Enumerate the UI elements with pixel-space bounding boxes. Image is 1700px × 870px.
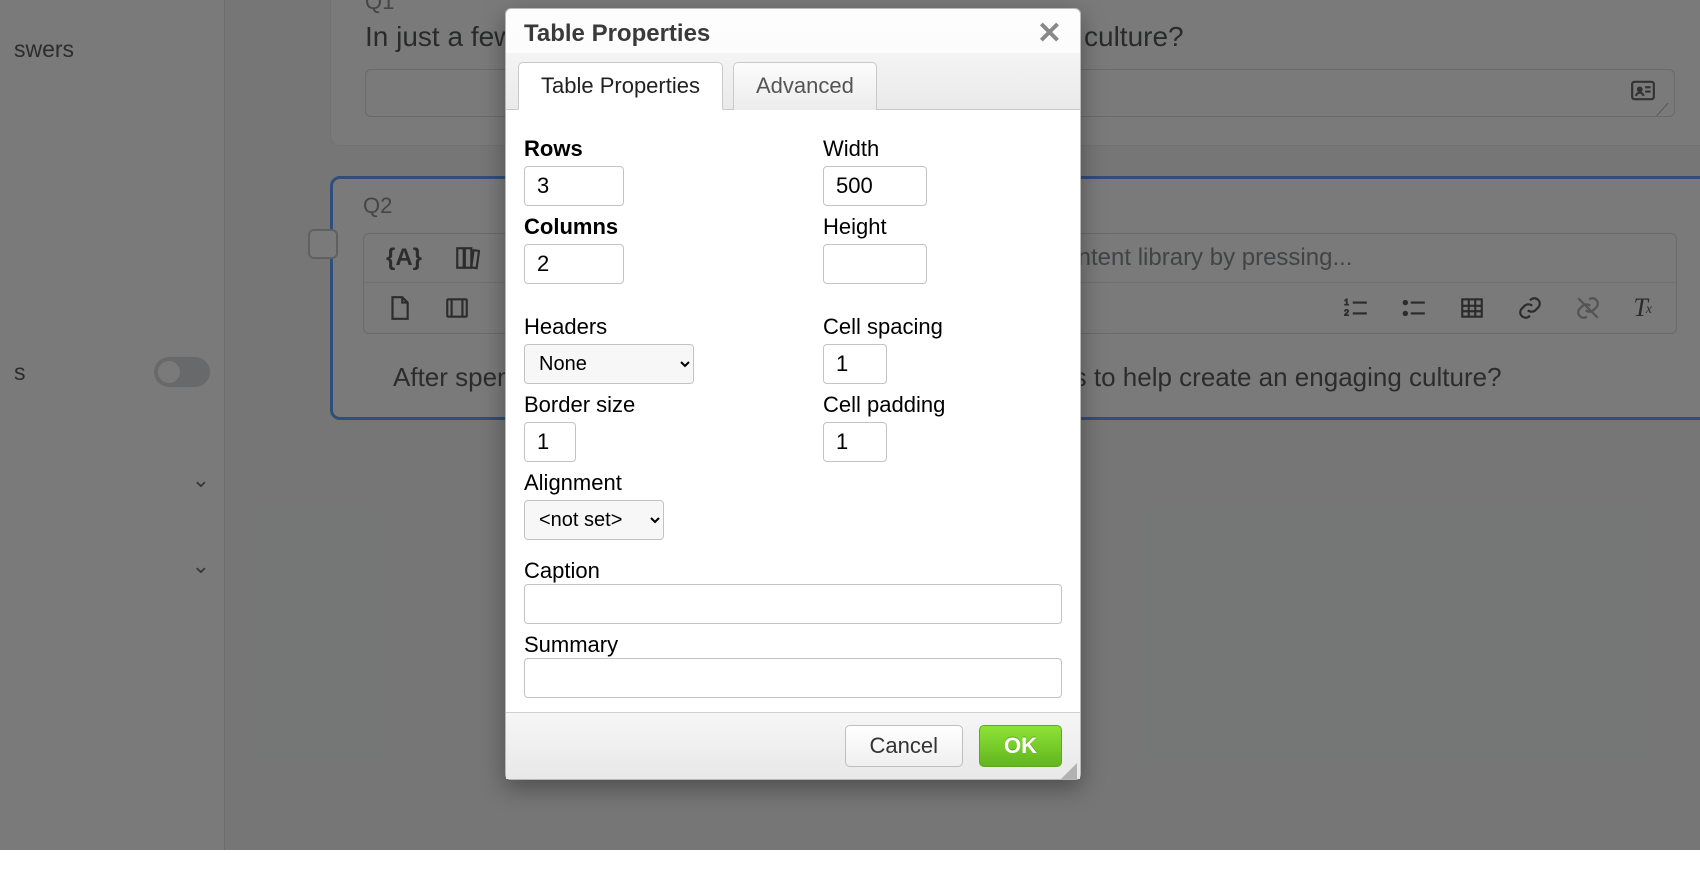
width-input[interactable] bbox=[823, 166, 927, 206]
close-icon[interactable]: ✕ bbox=[1037, 19, 1062, 49]
label-cell-padding: Cell padding bbox=[823, 392, 1062, 418]
cancel-button[interactable]: Cancel bbox=[845, 725, 963, 767]
columns-input[interactable] bbox=[524, 244, 624, 284]
summary-input[interactable] bbox=[524, 658, 1062, 698]
label-rows: Rows bbox=[524, 136, 763, 162]
border-size-input[interactable] bbox=[524, 422, 576, 462]
label-summary: Summary bbox=[524, 632, 1062, 658]
alignment-select[interactable]: <not set> bbox=[524, 500, 664, 540]
height-input[interactable] bbox=[823, 244, 927, 284]
dialog-body: Rows Columns Headers None Border size Al… bbox=[506, 110, 1080, 712]
cell-padding-input[interactable] bbox=[823, 422, 887, 462]
dialog-resize-grip-icon[interactable] bbox=[1061, 763, 1077, 779]
label-border-size: Border size bbox=[524, 392, 763, 418]
label-width: Width bbox=[823, 136, 1062, 162]
label-cell-spacing: Cell spacing bbox=[823, 314, 1062, 340]
caption-input[interactable] bbox=[524, 584, 1062, 624]
tab-advanced[interactable]: Advanced bbox=[733, 62, 877, 110]
rows-input[interactable] bbox=[524, 166, 624, 206]
label-height: Height bbox=[823, 214, 1062, 240]
dialog-title: Table Properties bbox=[524, 20, 710, 48]
tab-table-properties[interactable]: Table Properties bbox=[518, 62, 723, 110]
ok-button[interactable]: OK bbox=[979, 725, 1062, 767]
label-caption: Caption bbox=[524, 558, 600, 583]
headers-select[interactable]: None bbox=[524, 344, 694, 384]
table-properties-dialog: Table Properties ✕ Table Properties Adva… bbox=[505, 8, 1081, 780]
cell-spacing-input[interactable] bbox=[823, 344, 887, 384]
dialog-titlebar[interactable]: Table Properties ✕ bbox=[506, 9, 1080, 53]
label-columns: Columns bbox=[524, 214, 763, 240]
dialog-footer: Cancel OK bbox=[506, 712, 1080, 779]
dialog-tabs: Table Properties Advanced bbox=[506, 53, 1080, 110]
label-headers: Headers bbox=[524, 314, 763, 340]
label-alignment: Alignment bbox=[524, 470, 763, 496]
